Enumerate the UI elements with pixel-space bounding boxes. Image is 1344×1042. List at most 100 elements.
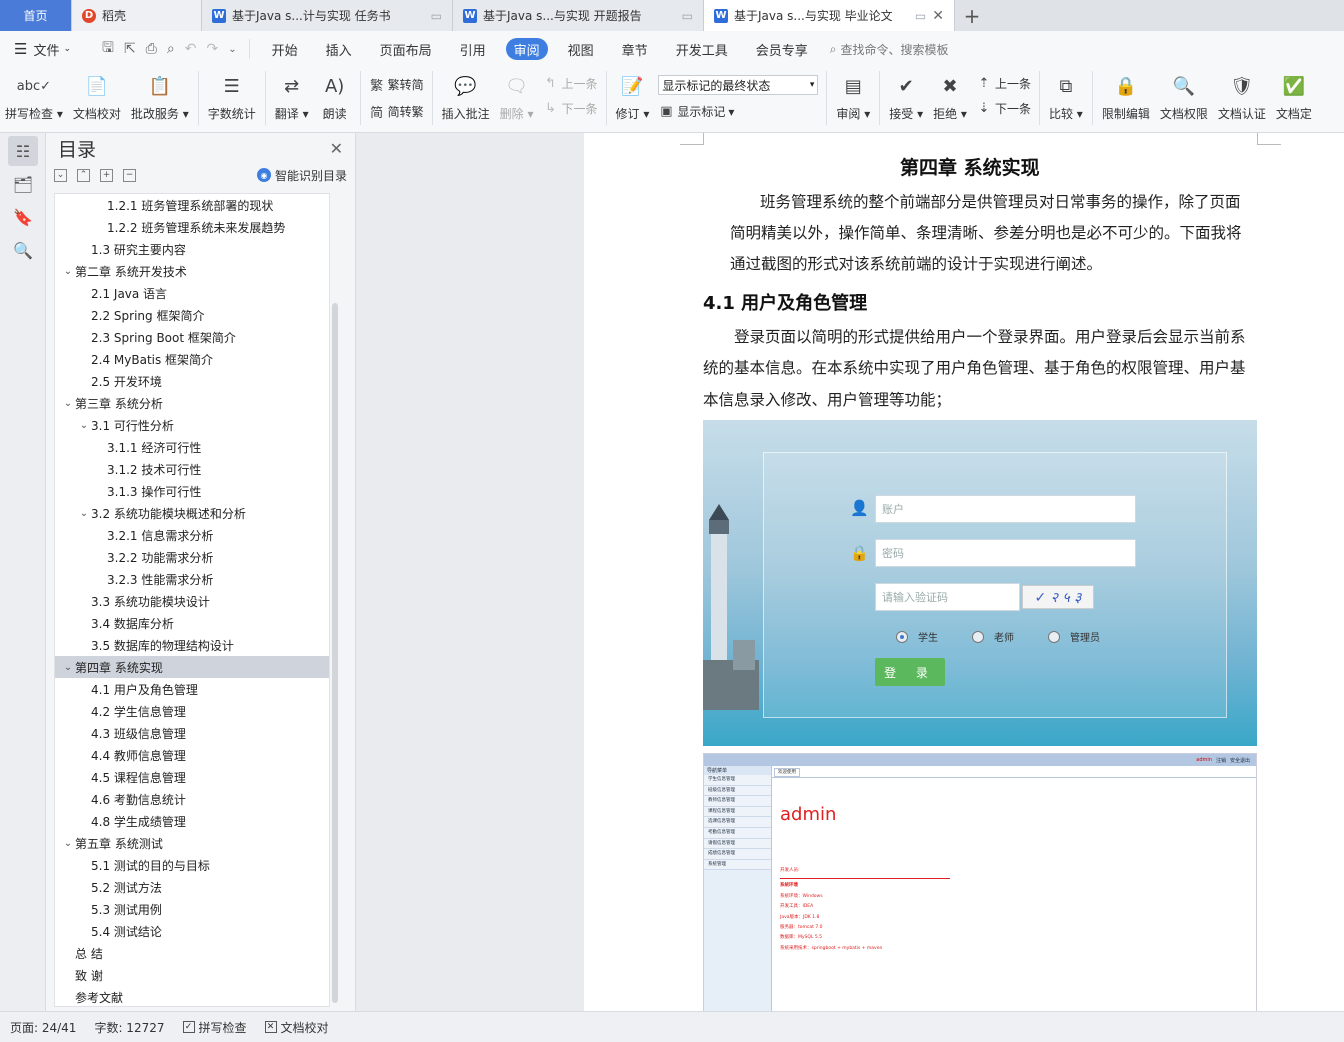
toc-item[interactable]: 5.4 测试结论 [55, 920, 329, 942]
menu-layout[interactable]: 页面布局 [366, 38, 446, 60]
toc-item[interactable]: ⌄ 第三章 系统分析 [55, 392, 329, 414]
chevron-down-icon[interactable]: ⌄ [61, 662, 75, 673]
chevron-down-icon[interactable]: ⌄ [61, 838, 75, 849]
print-icon[interactable]: ⎙ [146, 41, 157, 57]
toc-item[interactable]: 5.1 测试的目的与目标 [55, 854, 329, 876]
toc-item[interactable]: 3.2.2 功能需求分析 [55, 546, 329, 568]
spell-check-button[interactable]: abc✓ 拼写检查 ▾ [0, 71, 68, 122]
menu-section[interactable]: 章节 [608, 38, 662, 60]
save-icon[interactable]: 🖫 [102, 37, 114, 61]
remove-heading-icon[interactable]: − [123, 168, 136, 182]
next-comment-button[interactable]: ↳ 下一条 [543, 100, 597, 117]
toc-item[interactable]: 4.6 考勤信息统计 [55, 788, 329, 810]
toc-item[interactable]: ⌄ 3.2 系统功能模块概述和分析 [55, 502, 329, 524]
search-icon[interactable]: 🔍 [8, 235, 38, 265]
export-icon[interactable]: ⇱ [124, 41, 136, 57]
toc-item[interactable]: ⌄ 第五章 系统测试 [55, 832, 329, 854]
chevron-down-icon[interactable]: ⌄ [61, 266, 75, 277]
toc-item[interactable]: 3.1.3 操作可行性 [55, 480, 329, 502]
toc-item[interactable]: 4.2 学生信息管理 [55, 700, 329, 722]
tab-daoke[interactable]: D 稻壳 [72, 0, 202, 31]
command-search[interactable]: ⌕ 查找命令、搜索模板 [830, 41, 949, 58]
toc-item[interactable]: 2.4 MyBatis 框架简介 [55, 348, 329, 370]
toc-item[interactable]: 3.5 数据库的物理结构设计 [55, 634, 329, 656]
status-doc-proof[interactable]: ✕ 文档校对 [264, 1019, 329, 1036]
read-aloud-button[interactable]: A) 朗读 [314, 71, 356, 122]
tab-proposal[interactable]: W 基于Java s...与实现 开题报告 ▭ [453, 0, 704, 31]
toc-item[interactable]: 4.8 学生成绩管理 [55, 810, 329, 832]
translate-button[interactable]: ⇄ 翻译 ▾ [270, 71, 314, 122]
doc-cert-button[interactable]: 🛡 文档认证 [1213, 71, 1271, 122]
compare-button[interactable]: ⧉ 比较 ▾ [1044, 71, 1088, 122]
doc-permission-button[interactable]: 🔍 文档权限 [1155, 71, 1213, 122]
undo-icon[interactable]: ↶ [185, 41, 197, 57]
toc-item[interactable]: 4.3 班级信息管理 [55, 722, 329, 744]
menu-references[interactable]: 引用 [446, 38, 500, 60]
toc-scrollbar[interactable] [332, 303, 338, 1003]
toc-item[interactable]: ⌄ 第二章 系统开发技术 [55, 260, 329, 282]
toc-item[interactable]: 4.5 课程信息管理 [55, 766, 329, 788]
tab-thesis[interactable]: W 基于Java s...与实现 毕业论文 ▭ ✕ [704, 0, 955, 31]
toc-item[interactable]: 参考文献 [55, 986, 329, 1006]
toc-item[interactable]: 1.2.1 班务管理系统部署的现状 [55, 194, 329, 216]
toc-item[interactable]: 3.1.2 技术可行性 [55, 458, 329, 480]
toc-item[interactable]: ⌄ 第四章 系统实现 [55, 656, 329, 678]
restrict-edit-button[interactable]: 🔒 限制编辑 [1097, 71, 1155, 122]
new-tab-button[interactable]: + [955, 0, 989, 31]
toc-item[interactable]: 2.5 开发环境 [55, 370, 329, 392]
display-state-select[interactable]: 显示标记的最终状态 ▾ [658, 75, 819, 95]
trad-to-simp-button[interactable]: 繁繁转简 [369, 75, 424, 94]
toc-item[interactable]: 3.4 数据库分析 [55, 612, 329, 634]
prev-change-button[interactable]: ⇡ 上一条 [976, 75, 1031, 92]
window-icon[interactable]: ▭ [682, 9, 693, 23]
toc-item[interactable]: 1.3 研究主要内容 [55, 238, 329, 260]
toc-item[interactable]: 4.1 用户及角色管理 [55, 678, 329, 700]
print-preview-icon[interactable]: ⌕ [167, 41, 175, 57]
review-pane-button[interactable]: ▤ 审阅 ▾ [831, 71, 875, 122]
page-indicator[interactable]: 页面: 24/41 [10, 1019, 76, 1036]
batch-service-button[interactable]: 📋 批改服务 ▾ [126, 71, 194, 122]
toc-panel-icon[interactable]: ☷ [8, 136, 38, 166]
chevron-down-icon[interactable]: ⌄ [77, 420, 91, 431]
more-icon[interactable]: ⌄ [228, 44, 236, 55]
bookmark-icon[interactable]: 🔖 [8, 202, 38, 232]
accept-button[interactable]: ✔ 接受 ▾ [884, 71, 928, 122]
toc-item[interactable]: 5.3 测试用例 [55, 898, 329, 920]
close-icon[interactable]: ✕ [330, 139, 343, 158]
menu-view[interactable]: 视图 [554, 38, 608, 60]
toc-item[interactable]: 3.3 系统功能模块设计 [55, 590, 329, 612]
toc-item[interactable]: 2.1 Java 语言 [55, 282, 329, 304]
insert-comment-button[interactable]: 💬 插入批注 [437, 71, 495, 122]
word-count-button[interactable]: ☰ 字数统计 [203, 71, 261, 122]
close-icon[interactable]: ✕ [932, 8, 944, 24]
toc-item[interactable]: 致 谢 [55, 964, 329, 986]
next-change-button[interactable]: ⇣ 下一条 [976, 100, 1031, 117]
toc-item[interactable]: 2.2 Spring 框架简介 [55, 304, 329, 326]
chevron-down-icon[interactable]: ⌄ [61, 398, 75, 409]
add-heading-icon[interactable]: + [100, 168, 113, 182]
toc-item[interactable]: 2.3 Spring Boot 框架简介 [55, 326, 329, 348]
menu-review[interactable]: 审阅 [505, 38, 548, 60]
chapter-nav-icon[interactable]: 🗂 [8, 169, 38, 199]
toc-item[interactable]: 3.2.3 性能需求分析 [55, 568, 329, 590]
toc-item[interactable]: 总 结 [55, 942, 329, 964]
window-icon[interactable]: ▭ [431, 9, 442, 23]
prev-comment-button[interactable]: ↰ 上一条 [543, 75, 597, 92]
window-icon[interactable]: ▭ [915, 9, 926, 23]
simp-to-trad-button[interactable]: 简简转繁 [369, 102, 424, 121]
status-spell-check[interactable]: ✓ 拼写检查 [182, 1019, 247, 1036]
menu-insert[interactable]: 插入 [312, 38, 366, 60]
collapse-all-icon[interactable]: ⌃ [77, 168, 90, 182]
show-markup-button[interactable]: ▣ 显示标记 ▾ [658, 103, 818, 120]
toc-item[interactable]: 5.2 测试方法 [55, 876, 329, 898]
tab-task-book[interactable]: W 基于Java s...计与实现 任务书 ▭ [202, 0, 453, 31]
expand-all-icon[interactable]: ⌄ [54, 168, 67, 182]
toc-item[interactable]: 3.1.1 经济可行性 [55, 436, 329, 458]
toc-item[interactable]: ⌄ 3.1 可行性分析 [55, 414, 329, 436]
word-count-indicator[interactable]: 字数: 12727 [94, 1019, 164, 1036]
toc-item[interactable]: 4.4 教师信息管理 [55, 744, 329, 766]
menu-developer[interactable]: 开发工具 [662, 38, 742, 60]
smart-toc-button[interactable]: ◉ 智能识别目录 [256, 167, 347, 184]
doc-proof-button[interactable]: 📄 文档校对 [68, 71, 126, 122]
menu-member[interactable]: 会员专享 [742, 38, 822, 60]
